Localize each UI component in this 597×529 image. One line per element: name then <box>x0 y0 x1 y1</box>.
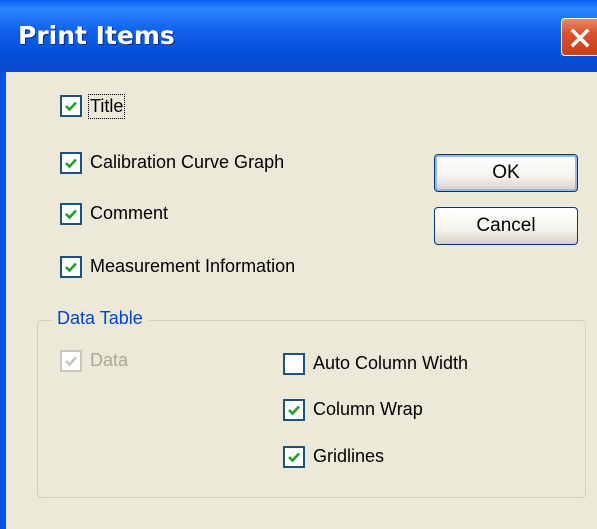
calibration-curve-graph-label[interactable]: Calibration Curve Graph <box>90 152 284 173</box>
gridlines-checkbox[interactable] <box>283 446 305 468</box>
column-wrap-label[interactable]: Column Wrap <box>313 399 423 420</box>
checkmark-icon <box>65 262 77 273</box>
close-button[interactable] <box>561 18 597 56</box>
checkmark-icon <box>288 452 300 463</box>
column-wrap-checkbox[interactable] <box>283 399 305 421</box>
dialog-title: Print Items <box>18 21 175 50</box>
dialog-body: Title Calibration Curve Graph Comment Me… <box>6 72 597 529</box>
measurement-information-label[interactable]: Measurement Information <box>90 256 295 277</box>
checkmark-icon <box>65 101 77 112</box>
checkmark-icon <box>288 405 300 416</box>
data-table-group-title: Data Table <box>52 308 149 329</box>
data-checkbox <box>60 350 82 372</box>
checkmark-icon <box>65 209 77 220</box>
calibration-curve-graph-checkbox[interactable] <box>60 152 82 174</box>
ok-button[interactable]: OK <box>434 154 578 192</box>
cancel-button[interactable]: Cancel <box>434 207 578 245</box>
title-checkbox-label[interactable]: Title <box>87 94 126 119</box>
checkmark-icon <box>65 158 77 169</box>
gridlines-label[interactable]: Gridlines <box>313 446 384 467</box>
auto-column-width-checkbox[interactable] <box>283 353 305 375</box>
data-table-group <box>37 320 586 498</box>
auto-column-width-label[interactable]: Auto Column Width <box>313 353 468 374</box>
close-icon <box>570 28 590 48</box>
checkmark-icon <box>65 356 77 367</box>
comment-label[interactable]: Comment <box>90 203 168 224</box>
data-label: Data <box>90 350 129 370</box>
measurement-information-checkbox[interactable] <box>60 256 82 278</box>
title-checkbox[interactable] <box>60 95 82 117</box>
comment-checkbox[interactable] <box>60 203 82 225</box>
print-items-dialog: Print Items Title Calibration Curve Grap… <box>0 0 597 529</box>
title-bar[interactable]: Print Items <box>0 0 597 72</box>
